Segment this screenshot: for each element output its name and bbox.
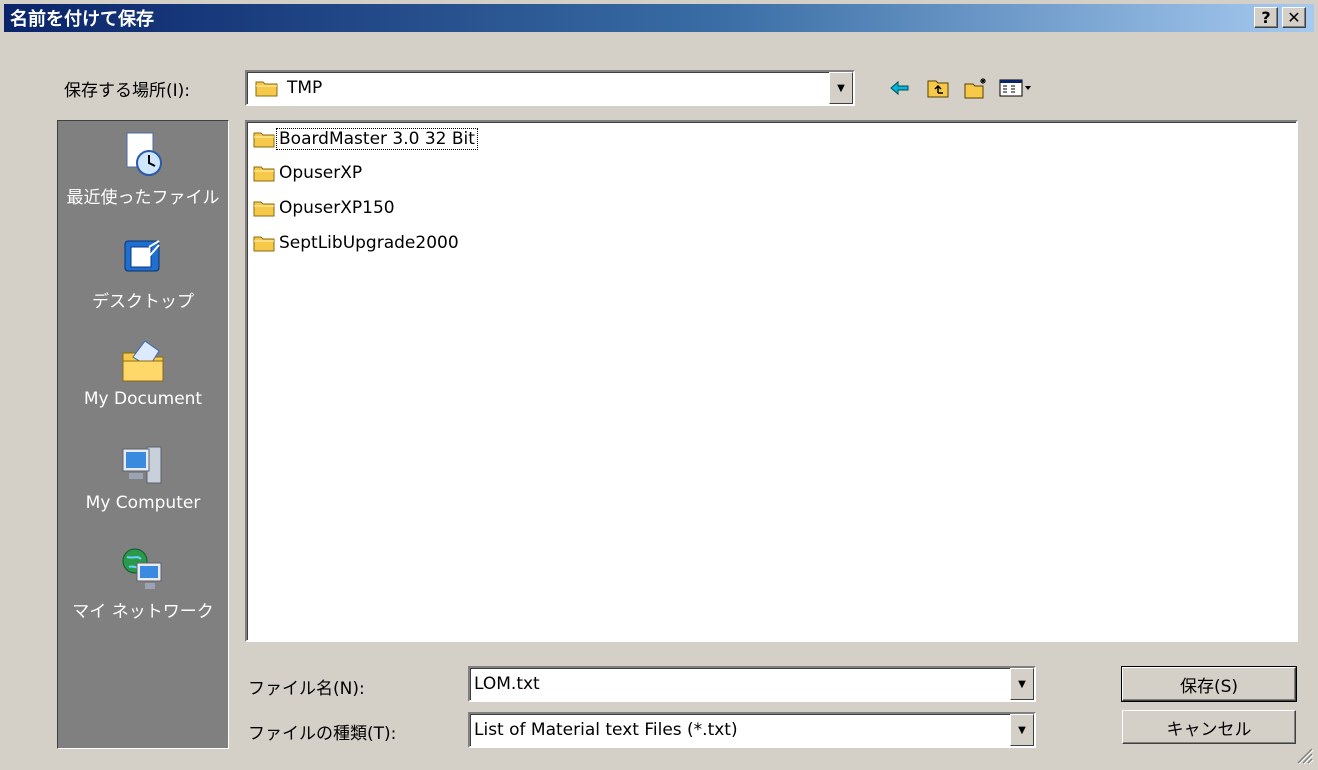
back-icon[interactable] [886,74,914,102]
places-bar: 最近使ったファイル デスクトップ My Document My Computer… [57,120,229,749]
folder-icon [253,164,275,182]
folder-icon [255,79,281,97]
filetype-label: ファイルの種類(T): [248,724,397,744]
close-button[interactable]: ✕ [1282,7,1306,28]
chevron-down-icon: ▼ [1018,724,1026,736]
place-label: My Document [83,389,203,409]
window-title: 名前を付けて保存 [10,9,154,30]
filename-input[interactable]: LOM.txt [470,674,1010,694]
place-my-computer[interactable]: My Computer [58,441,228,513]
filetype-value: List of Material text Files (*.txt) [474,720,738,740]
place-network[interactable]: マイ ネットワーク [58,545,228,622]
network-icon [119,545,167,593]
filetype-combo[interactable]: List of Material text Files (*.txt) ▼ [468,712,1036,748]
recent-files-icon [119,131,167,179]
place-label: My Computer [85,493,201,513]
file-name: OpuserXP150 [279,198,395,218]
list-item[interactable]: OpuserXP150 [253,197,397,219]
list-item[interactable]: SeptLibUpgrade2000 [253,232,461,254]
file-name: OpuserXP [279,163,363,183]
place-desktop[interactable]: デスクトップ [58,235,228,312]
filetype-dropdown-button[interactable]: ▼ [1010,714,1034,746]
resize-grip-icon[interactable] [1294,745,1314,765]
place-recent[interactable]: 最近使ったファイル [58,131,228,208]
title-bar: 名前を付けて保存 ? ✕ [4,4,1314,32]
lookin-value: TMP [287,78,323,98]
lookin-dropdown-button[interactable]: ▼ [829,72,853,104]
place-label: 最近使ったファイル [66,188,220,208]
filename-label: ファイル名(N): [248,679,365,699]
up-folder-icon[interactable] [924,74,952,102]
save-button[interactable]: 保存(S) [1121,666,1297,702]
lookin-combo[interactable]: TMP ▼ [245,70,855,106]
lookin-label: 保存する場所(I): [64,81,191,101]
desktop-icon [119,235,167,283]
file-list[interactable]: BoardMaster 3.0 32 Bit OpuserXP OpuserXP… [245,120,1298,642]
place-label: マイ ネットワーク [72,602,214,622]
folder-icon [253,199,275,217]
new-folder-icon[interactable] [962,74,990,102]
file-name: BoardMaster 3.0 32 Bit [276,128,478,150]
place-label: デスクトップ [92,292,194,312]
my-computer-icon [119,441,167,489]
my-documents-icon [119,337,167,385]
filename-dropdown-button[interactable]: ▼ [1010,668,1034,700]
chevron-down-icon: ▼ [1018,678,1026,690]
list-item[interactable]: BoardMaster 3.0 32 Bit [253,128,478,150]
place-my-documents[interactable]: My Document [58,337,228,409]
list-item[interactable]: OpuserXP [253,162,364,184]
view-menu-icon[interactable] [998,74,1034,102]
chevron-down-icon: ▼ [837,82,845,94]
folder-icon [253,130,275,148]
folder-icon [253,234,275,252]
filename-combo[interactable]: LOM.txt ▼ [468,666,1036,702]
close-icon: ✕ [1287,8,1301,27]
file-name: SeptLibUpgrade2000 [279,233,459,253]
cancel-button[interactable]: キャンセル [1122,710,1296,744]
help-button[interactable]: ? [1254,7,1278,28]
